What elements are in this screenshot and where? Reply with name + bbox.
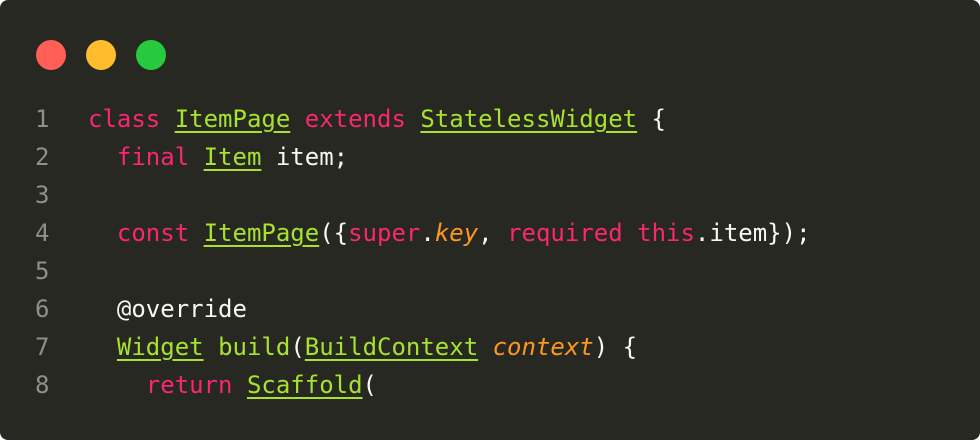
code-token: ItemPage bbox=[203, 219, 320, 247]
code-editor[interactable]: 1 class ItemPage extends StatelessWidget … bbox=[0, 100, 980, 404]
code-window: 1 class ItemPage extends StatelessWidget … bbox=[0, 0, 980, 440]
line-number: 2 bbox=[35, 143, 50, 171]
code-line: 1 class ItemPage extends StatelessWidget … bbox=[0, 100, 980, 138]
code-text: Widget build(BuildContext context) { bbox=[88, 328, 637, 366]
code-token: key bbox=[434, 219, 479, 247]
code-token: super bbox=[348, 219, 421, 247]
line-number: 8 bbox=[35, 371, 50, 399]
line-number: 5 bbox=[35, 257, 50, 285]
code-token: class bbox=[88, 105, 161, 133]
close-window-dot[interactable] bbox=[36, 40, 66, 70]
code-token: Item bbox=[203, 143, 262, 171]
code-line: 7 Widget build(BuildContext context) { bbox=[0, 328, 980, 366]
code-token: const bbox=[116, 219, 190, 247]
code-token: this bbox=[637, 219, 695, 247]
code-token: { bbox=[637, 105, 667, 133]
code-token: , bbox=[478, 219, 508, 247]
code-token: .item}); bbox=[694, 219, 811, 247]
code-token: ( bbox=[362, 371, 377, 399]
code-text: return Scaffold( bbox=[88, 366, 377, 404]
code-token: ) { bbox=[593, 333, 638, 361]
code-token: @override bbox=[88, 295, 247, 323]
code-token: ItemPage bbox=[174, 105, 291, 133]
code-token: extends bbox=[304, 105, 406, 133]
code-token: required bbox=[507, 219, 623, 247]
line-number: 1 bbox=[35, 105, 50, 133]
code-token: final bbox=[116, 143, 190, 171]
code-line: 8 return Scaffold( bbox=[0, 366, 980, 404]
line-number: 6 bbox=[35, 295, 50, 323]
code-token: item; bbox=[261, 143, 349, 171]
code-token: . bbox=[420, 219, 435, 247]
code-token: ({ bbox=[319, 219, 349, 247]
code-line: 4 const ItemPage({super.key, required th… bbox=[0, 214, 980, 252]
code-line: 2 final Item item; bbox=[0, 138, 980, 176]
code-token: Widget bbox=[116, 333, 204, 361]
code-token: BuildContext bbox=[304, 333, 479, 361]
code-token: Scaffold bbox=[246, 371, 363, 399]
code-text: @override bbox=[88, 290, 247, 328]
code-line: 3 bbox=[0, 176, 980, 214]
code-token: build bbox=[218, 333, 291, 361]
line-number: 7 bbox=[35, 333, 50, 361]
code-line: 5 bbox=[0, 252, 980, 290]
code-line: 6 @override bbox=[0, 290, 980, 328]
code-text: const ItemPage({super.key, required this… bbox=[88, 214, 811, 252]
line-number: 4 bbox=[35, 219, 50, 247]
minimize-window-dot[interactable] bbox=[86, 40, 116, 70]
maximize-window-dot[interactable] bbox=[136, 40, 166, 70]
code-text: final Item item; bbox=[88, 138, 348, 176]
code-token: StatelessWidget bbox=[420, 105, 638, 133]
code-text: class ItemPage extends StatelessWidget { bbox=[88, 100, 666, 138]
line-number: 3 bbox=[35, 181, 50, 209]
code-token: ( bbox=[290, 333, 305, 361]
window-controls bbox=[36, 40, 166, 70]
code-token: context bbox=[492, 333, 594, 361]
code-token: return bbox=[145, 371, 233, 399]
